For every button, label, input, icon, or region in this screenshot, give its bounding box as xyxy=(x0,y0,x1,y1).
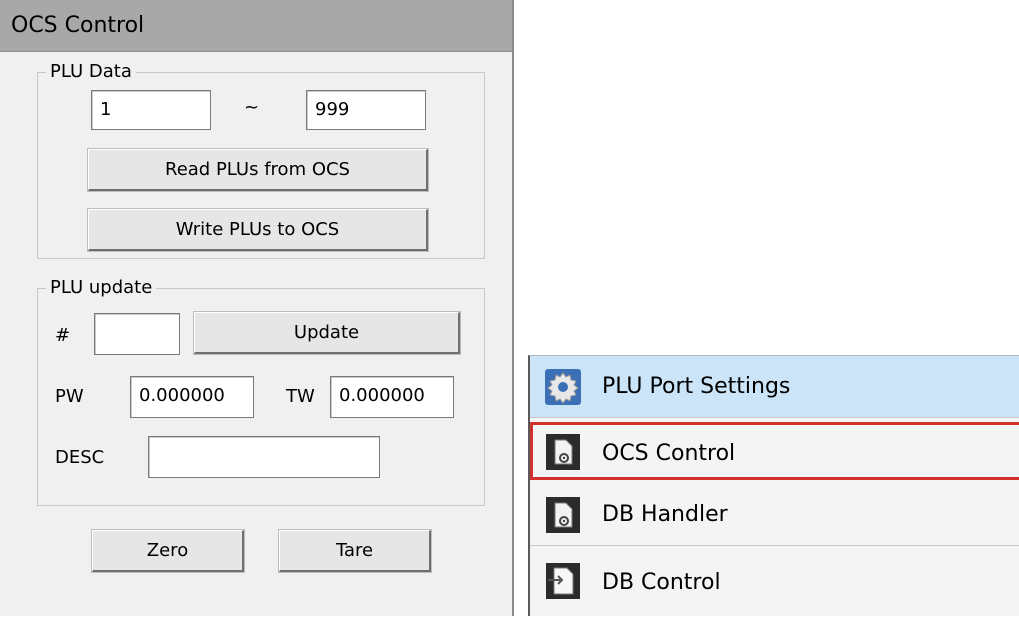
gear-icon xyxy=(544,368,582,406)
update-button[interactable]: Update xyxy=(194,312,460,354)
pw-label: PW xyxy=(55,386,84,407)
panel-title: OCS Control xyxy=(0,0,512,52)
write-plus-button[interactable]: Write PLUs to OCS xyxy=(88,209,428,251)
nav-item-ocs-control[interactable]: OCS Control xyxy=(530,422,1019,480)
document-arrow-icon xyxy=(544,562,582,600)
desc-input[interactable] xyxy=(148,436,380,478)
nav-item-label: DB Control xyxy=(602,570,721,595)
nav-item-plu-port-settings[interactable]: PLU Port Settings xyxy=(530,356,1019,418)
ocs-control-panel: OCS Control PLU Data 1 ~ 999 Read PLUs f… xyxy=(0,0,514,616)
desc-label: DESC xyxy=(55,447,105,468)
plu-to-input[interactable]: 999 xyxy=(306,90,426,130)
nav-item-label: PLU Port Settings xyxy=(602,374,791,399)
plu-number-input[interactable] xyxy=(94,313,180,355)
zero-button[interactable]: Zero xyxy=(92,530,244,572)
settings-nav-list: PLU Port Settings OCS Control DB Handler xyxy=(528,355,1019,616)
document-gear-icon xyxy=(544,433,582,471)
plu-data-legend: PLU Data xyxy=(46,61,136,83)
range-separator: ~ xyxy=(244,97,260,118)
plu-data-group: PLU Data 1 ~ 999 Read PLUs from OCS Writ… xyxy=(37,61,485,259)
tw-label: TW xyxy=(286,386,315,407)
document-gear-icon xyxy=(544,496,582,534)
plu-update-legend: PLU update xyxy=(46,277,157,299)
plu-from-input[interactable]: 1 xyxy=(91,90,211,130)
read-plus-button[interactable]: Read PLUs from OCS xyxy=(88,149,428,191)
nav-item-label: OCS Control xyxy=(602,441,736,466)
nav-item-db-handler[interactable]: DB Handler xyxy=(530,484,1019,546)
pw-input[interactable]: 0.000000 xyxy=(130,376,254,418)
nav-item-label: DB Handler xyxy=(602,502,728,527)
plu-update-group: PLU update # Update PW 0.000000 TW 0.000… xyxy=(37,277,485,506)
tw-input[interactable]: 0.000000 xyxy=(330,376,454,418)
nav-item-db-control[interactable]: DB Control xyxy=(530,548,1019,617)
plu-number-label: # xyxy=(55,325,71,346)
tare-button[interactable]: Tare xyxy=(279,530,431,572)
